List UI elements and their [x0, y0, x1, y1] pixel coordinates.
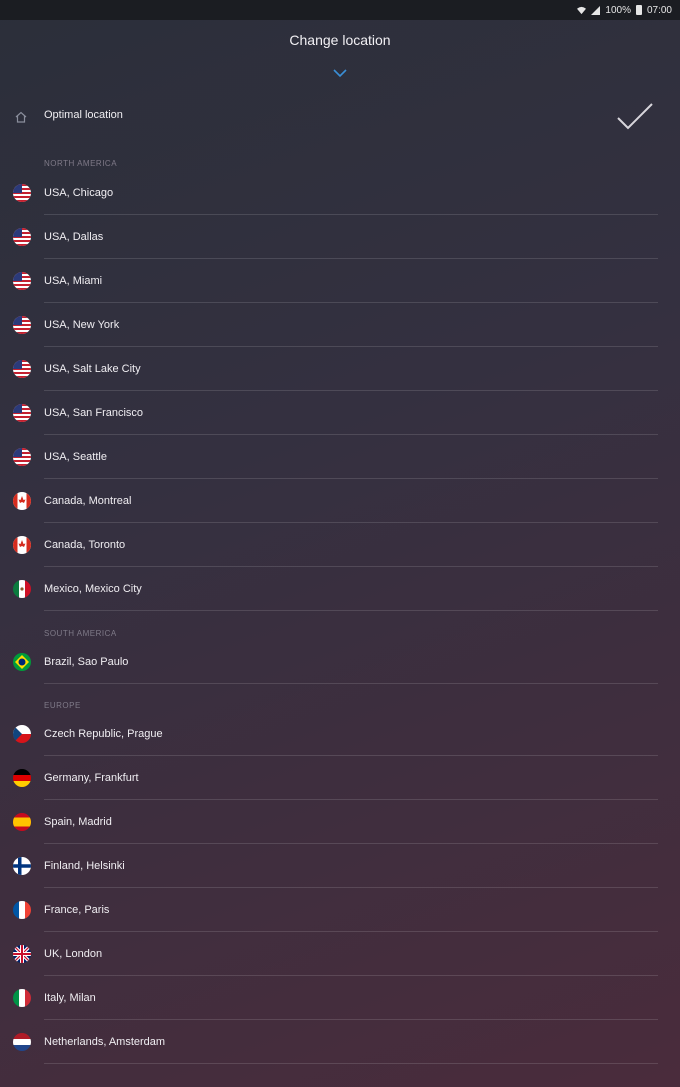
location-item-de[interactable]: Germany, Frankfurt: [0, 756, 680, 800]
location-label: USA, New York: [44, 319, 120, 331]
location-item-us[interactable]: USA, New York: [0, 303, 680, 347]
location-item-us[interactable]: USA, Seattle: [0, 435, 680, 479]
location-item-ca[interactable]: Canada, Montreal: [0, 479, 680, 523]
location-label: Netherlands, Amsterdam: [44, 1036, 166, 1048]
ca-flag-icon: [13, 536, 31, 554]
location-label: USA, San Francisco: [44, 407, 144, 419]
section-header-south-america: SOUTH AMERICA: [44, 629, 117, 638]
location-item-ca[interactable]: Canada, Toronto: [0, 523, 680, 567]
location-label: USA, Miami: [44, 275, 103, 287]
status-bar: 100% 07:00: [0, 0, 680, 20]
optimal-location-item[interactable]: Optimal location: [0, 100, 680, 136]
divider: [44, 683, 658, 684]
location-label: Germany, Frankfurt: [44, 772, 139, 784]
us-flag-icon: [13, 184, 31, 202]
optimal-location-label: Optimal location: [44, 109, 123, 121]
it-flag-icon: [13, 989, 31, 1007]
section-header-europe: EUROPE: [44, 701, 81, 710]
us-flag-icon: [13, 448, 31, 466]
location-item-it[interactable]: Italy, Milan: [0, 976, 680, 1020]
location-label: UK, London: [44, 948, 103, 960]
fr-flag-icon: [13, 901, 31, 919]
location-label: Czech Republic, Prague: [44, 728, 163, 740]
cz-flag-icon: [13, 725, 31, 743]
us-flag-icon: [13, 404, 31, 422]
br-flag-icon: [13, 653, 31, 671]
location-label: Finland, Helsinki: [44, 860, 125, 872]
gb-flag-icon: [13, 945, 31, 963]
location-item-us[interactable]: USA, Salt Lake City: [0, 347, 680, 391]
location-item-us[interactable]: USA, San Francisco: [0, 391, 680, 435]
check-icon: [614, 100, 656, 134]
de-flag-icon: [13, 769, 31, 787]
location-label: France, Paris: [44, 904, 110, 916]
location-label: Brazil, Sao Paulo: [44, 656, 129, 668]
location-item-gb[interactable]: UK, London: [0, 932, 680, 976]
location-item-br[interactable]: Brazil, Sao Paulo: [0, 640, 680, 684]
location-item-fr[interactable]: France, Paris: [0, 888, 680, 932]
divider: [44, 610, 658, 611]
location-label: USA, Seattle: [44, 451, 107, 463]
location-label: USA, Chicago: [44, 187, 114, 199]
battery-icon: [635, 5, 642, 15]
divider: [44, 1063, 658, 1064]
location-label: USA, Dallas: [44, 231, 104, 243]
us-flag-icon: [13, 228, 31, 246]
signal-icon: [591, 5, 601, 15]
wifi-icon: [577, 6, 587, 15]
location-label: USA, Salt Lake City: [44, 363, 141, 375]
section-header-north-america: NORTH AMERICA: [44, 159, 118, 168]
location-label: Canada, Toronto: [44, 539, 126, 551]
location-item-us[interactable]: USA, Chicago: [0, 171, 680, 215]
location-label: Spain, Madrid: [44, 816, 112, 828]
location-item-us[interactable]: USA, Miami: [0, 259, 680, 303]
nl-flag-icon: [13, 1033, 31, 1051]
page-title: Change location: [289, 32, 391, 48]
fi-flag-icon: [13, 857, 31, 875]
ca-flag-icon: [13, 492, 31, 510]
location-label: Canada, Montreal: [44, 495, 132, 507]
battery-percentage: 100%: [605, 4, 631, 16]
location-label: Mexico, Mexico City: [44, 583, 142, 595]
location-item-mx[interactable]: Mexico, Mexico City: [0, 567, 680, 611]
mx-flag-icon: [13, 580, 31, 598]
location-item-fi[interactable]: Finland, Helsinki: [0, 844, 680, 888]
us-flag-icon: [13, 272, 31, 290]
location-item-es[interactable]: Spain, Madrid: [0, 800, 680, 844]
location-item-us[interactable]: USA, Dallas: [0, 215, 680, 259]
location-item-nl[interactable]: Netherlands, Amsterdam: [0, 1020, 680, 1064]
location-item-cz[interactable]: Czech Republic, Prague: [0, 712, 680, 756]
es-flag-icon: [13, 813, 31, 831]
location-label: Italy, Milan: [44, 992, 96, 1004]
chevron-down-icon[interactable]: [332, 66, 348, 78]
home-icon: [14, 110, 28, 124]
us-flag-icon: [13, 316, 31, 334]
clock: 07:00: [646, 4, 672, 16]
us-flag-icon: [13, 360, 31, 378]
